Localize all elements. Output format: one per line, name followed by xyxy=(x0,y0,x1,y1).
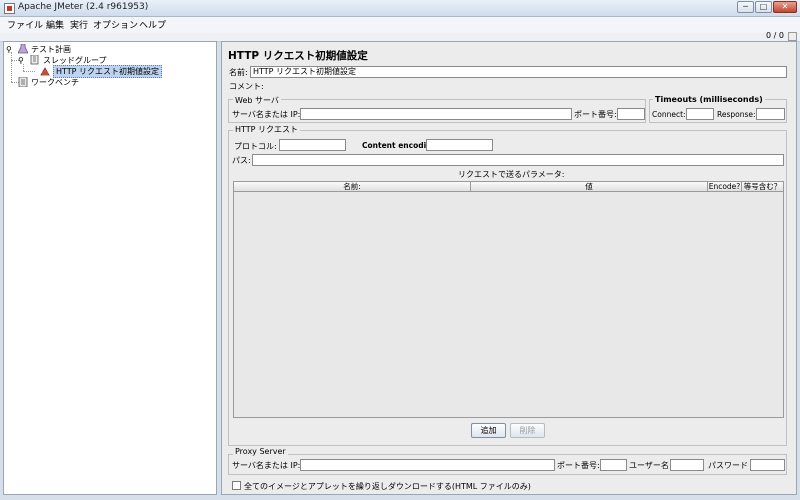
add-button[interactable]: 追加 xyxy=(471,423,506,438)
run-indicator-icon xyxy=(788,32,797,41)
comment-field[interactable] xyxy=(264,81,787,92)
tree-item-label: ワークベンチ xyxy=(31,78,79,87)
proxy-username-field[interactable] xyxy=(670,459,704,471)
comment-label: コメント: xyxy=(229,82,264,91)
tree-item-label: テスト計画 xyxy=(31,45,71,54)
column-header-value[interactable]: 値 xyxy=(471,182,708,192)
proxy-password-field[interactable] xyxy=(750,459,785,471)
menu-file[interactable]: ファイル xyxy=(7,18,43,31)
response-label: Response: xyxy=(717,110,756,119)
test-plan-tree[interactable]: ⚲ テスト計画 ⚲ スレッドグループ HTTP リクエスト初期値設定 ワークベン… xyxy=(3,41,217,495)
name-label: 名前: xyxy=(229,68,248,77)
proxy-server-label: サーバ名または IP: xyxy=(232,461,301,470)
http-request-group-title: HTTP リクエスト xyxy=(233,124,301,135)
web-server-group-title: Web サーバ xyxy=(233,95,281,106)
config-element-icon xyxy=(40,67,50,76)
server-label: サーバ名または IP: xyxy=(232,110,301,119)
path-field[interactable] xyxy=(252,154,784,166)
minimize-button[interactable]: ─ xyxy=(737,1,754,13)
parameters-title: リクエストで送るパラメータ: xyxy=(458,170,565,179)
port-field[interactable] xyxy=(617,108,645,120)
page-title: HTTP リクエスト初期値設定 xyxy=(228,50,368,62)
port-label: ポート番号: xyxy=(574,110,617,119)
close-button[interactable]: ✕ xyxy=(773,1,797,13)
proxy-username-label: ユーザー名 xyxy=(629,461,669,470)
protocol-field[interactable] xyxy=(279,139,346,151)
protocol-label: プロトコル: xyxy=(234,142,277,151)
expand-toggle-icon[interactable]: ⚲ xyxy=(6,45,16,55)
menu-options[interactable]: オプション xyxy=(93,18,138,31)
content-encoding-field[interactable] xyxy=(426,139,493,151)
column-header-encode[interactable]: Encode? xyxy=(708,182,742,192)
test-plan-icon xyxy=(18,44,28,54)
maximize-button[interactable]: □ xyxy=(755,1,772,13)
download-resources-checkbox[interactable] xyxy=(232,481,241,490)
connect-timeout-field[interactable] xyxy=(686,108,714,120)
server-field[interactable] xyxy=(300,108,572,120)
menu-help[interactable]: ヘルプ xyxy=(139,18,166,31)
column-header-include-equals[interactable]: 等号含む？ xyxy=(742,182,783,192)
menu-run[interactable]: 実行 xyxy=(70,18,88,31)
window-title: Apache JMeter (2.4 r961953) xyxy=(18,2,149,12)
workbench-icon xyxy=(18,77,28,87)
parameters-table[interactable]: 名前: 値 Encode? 等号含む？ xyxy=(233,181,784,418)
proxy-server-field[interactable] xyxy=(300,459,555,471)
download-resources-label: 全てのイメージとアプレットを繰り返しダウンロードする(HTML ファイルのみ) xyxy=(244,482,531,491)
response-timeout-field[interactable] xyxy=(756,108,785,120)
connect-label: Connect: xyxy=(652,110,686,119)
timeouts-group-title: Timeouts (milliseconds) xyxy=(653,95,765,104)
expand-toggle-icon[interactable]: ⚲ xyxy=(18,56,28,66)
http-defaults-panel: HTTP リクエスト初期値設定 名前: HTTP リクエスト初期値設定 コメント… xyxy=(221,41,797,495)
name-field[interactable]: HTTP リクエスト初期値設定 xyxy=(250,66,787,78)
menu-edit[interactable]: 編集 xyxy=(46,18,64,31)
menu-bar: ファイル 編集 実行 オプション ヘルプ xyxy=(0,17,800,33)
jmeter-app-icon xyxy=(4,3,15,14)
active-threads-counter: 0 / 0 xyxy=(766,31,784,40)
proxy-port-field[interactable] xyxy=(600,459,627,471)
column-header-name[interactable]: 名前: xyxy=(234,182,471,192)
proxy-port-label: ポート番号: xyxy=(557,461,600,470)
proxy-password-label: パスワード xyxy=(708,461,748,470)
thread-group-icon xyxy=(30,55,39,65)
title-bar[interactable]: Apache JMeter (2.4 r961953) ─ □ ✕ xyxy=(0,0,800,17)
delete-button[interactable]: 削除 xyxy=(510,423,545,438)
proxy-server-group-title: Proxy Server xyxy=(233,447,288,456)
path-label: パス: xyxy=(232,156,251,165)
